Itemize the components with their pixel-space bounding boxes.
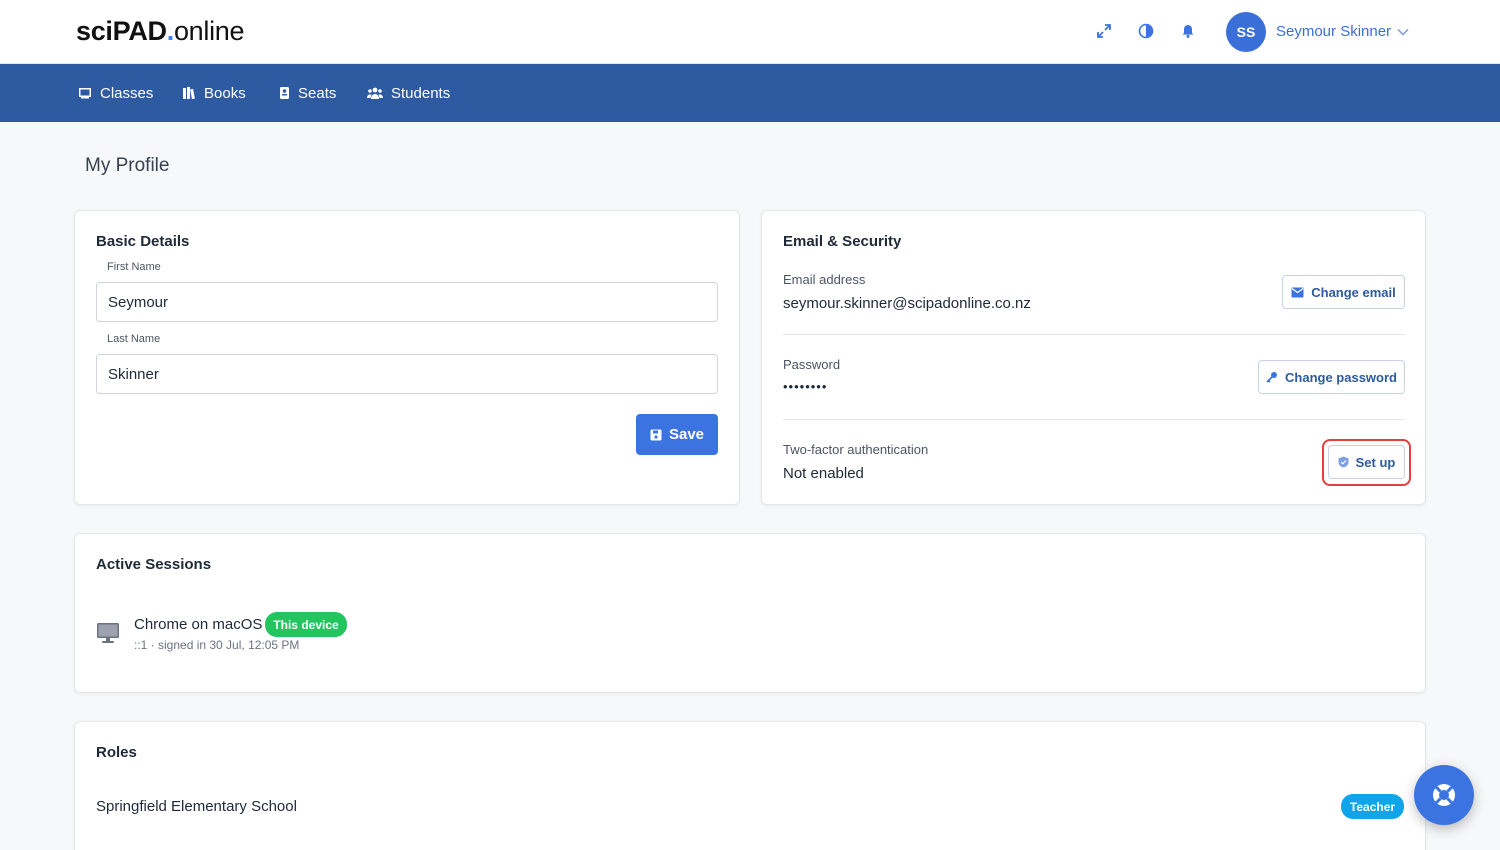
user-name[interactable]: Seymour Skinner xyxy=(1276,23,1391,40)
last-name-field[interactable] xyxy=(96,354,718,394)
students-icon xyxy=(367,87,383,99)
email-security-title: Email & Security xyxy=(783,233,902,250)
chevron-down-icon[interactable] xyxy=(1396,25,1410,39)
roles-card: Roles Springfield Elementary School Teac… xyxy=(74,721,1426,850)
email-label: Email address xyxy=(783,272,866,287)
setup-2fa-button[interactable]: Set up xyxy=(1328,445,1405,479)
lifebuoy-icon xyxy=(1433,784,1455,806)
divider xyxy=(783,419,1405,420)
nav-item-classes[interactable]: Classes xyxy=(78,84,153,102)
help-button[interactable] xyxy=(1414,765,1474,825)
twofa-label: Two-factor authentication xyxy=(783,442,929,457)
main-nav: Classes Books Seats Students xyxy=(0,64,1500,122)
change-email-button[interactable]: Change email xyxy=(1282,275,1405,309)
active-sessions-card: Active Sessions Chrome on macOS This dev… xyxy=(74,533,1426,693)
nav-item-seats[interactable]: Seats xyxy=(279,84,336,102)
save-button[interactable]: Save xyxy=(636,414,718,455)
email-security-card: Email & Security Email address seymour.s… xyxy=(761,210,1426,505)
page-title: My Profile xyxy=(85,155,170,176)
password-value: •••••••• xyxy=(783,379,828,394)
classes-icon xyxy=(79,88,91,99)
nav-item-books[interactable]: Books xyxy=(182,84,246,102)
bell-icon[interactable] xyxy=(1179,22,1197,40)
envelope-icon xyxy=(1291,287,1304,297)
avatar[interactable]: SS xyxy=(1226,12,1266,52)
roles-title: Roles xyxy=(96,744,137,761)
role-badge: Teacher xyxy=(1341,794,1404,819)
monitor-icon xyxy=(96,622,120,644)
basic-details-title: Basic Details xyxy=(96,233,190,250)
logo[interactable]: sciPAD.online xyxy=(76,16,245,47)
expand-icon[interactable] xyxy=(1095,22,1113,40)
last-name-label: Last Name xyxy=(107,333,161,345)
seats-icon xyxy=(280,87,289,99)
key-icon xyxy=(1266,372,1278,383)
top-bar: sciPAD.online SS Seymour Skinner xyxy=(0,0,1500,64)
floppy-icon xyxy=(650,429,662,440)
books-icon xyxy=(183,87,195,100)
email-value: seymour.skinner@scipadonline.co.nz xyxy=(783,295,1031,312)
twofa-status: Not enabled xyxy=(783,465,864,482)
this-device-badge: This device xyxy=(265,612,347,637)
first-name-label: First Name xyxy=(107,261,161,273)
first-name-field[interactable] xyxy=(96,282,718,322)
password-label: Password xyxy=(783,357,841,372)
session-device: Chrome on macOS xyxy=(134,616,263,633)
basic-details-card: Basic Details First Name Last Name Save xyxy=(74,210,740,505)
active-sessions-title: Active Sessions xyxy=(96,556,212,573)
session-detail: ::1 · signed in 30 Jul, 12:05 PM xyxy=(134,638,300,652)
role-school: Springfield Elementary School xyxy=(96,798,297,815)
divider xyxy=(783,334,1405,335)
nav-item-students[interactable]: Students xyxy=(367,84,450,102)
shield-icon xyxy=(1338,456,1349,468)
change-password-button[interactable]: Change password xyxy=(1258,360,1405,394)
contrast-icon[interactable] xyxy=(1137,22,1155,40)
